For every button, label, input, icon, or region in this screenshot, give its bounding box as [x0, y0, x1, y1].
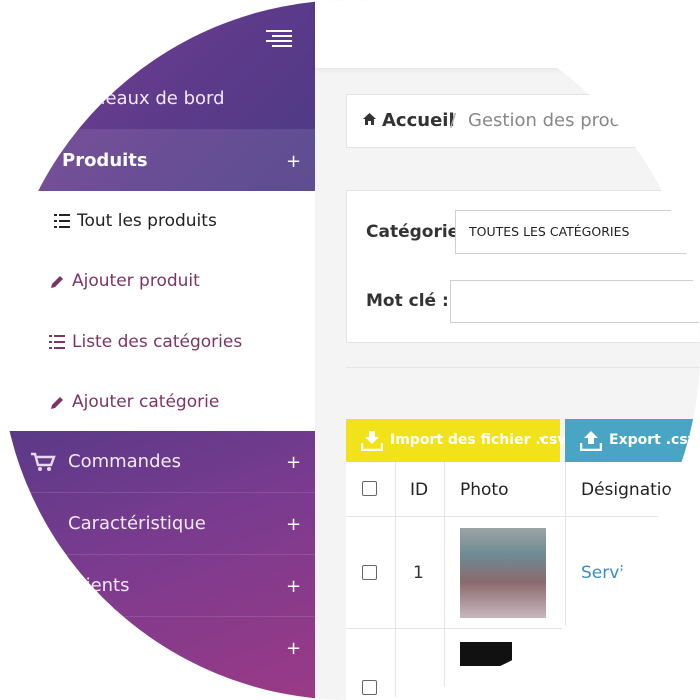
row-designation-link[interactable]: Serviettes — [581, 563, 667, 583]
select-all-checkbox[interactable] — [362, 481, 377, 496]
cart-icon — [31, 452, 56, 471]
expand-plus-icon[interactable]: + — [286, 514, 301, 535]
sidebar-item-label: Tableaux de bord — [70, 88, 225, 109]
sidebar-item-commandes[interactable]: Commandes + — [0, 431, 315, 493]
submenu-item-category-list[interactable]: Liste des catégories — [0, 312, 315, 372]
keyword-label: Mot clé : — [366, 291, 449, 311]
sidebar: Tableaux de bord Produits + Tout les pro… — [0, 0, 315, 700]
product-photo[interactable] — [460, 528, 546, 618]
sidebar-item-label: Clients — [68, 575, 130, 596]
divider — [346, 367, 700, 368]
submenu-item-add-product[interactable]: Ajouter produit — [0, 251, 315, 311]
table-divider — [565, 462, 566, 700]
download-icon — [361, 431, 383, 451]
menu-toggle-icon[interactable] — [266, 30, 292, 48]
breadcrumb-home-link[interactable]: Accueil — [382, 110, 455, 131]
sidebar-item-label: Commandes — [68, 451, 181, 472]
table-divider — [346, 516, 700, 517]
submenu-item-label: Liste des catégories — [72, 332, 243, 352]
submenu-item-label: Ajouter produit — [72, 271, 200, 291]
app-window: Tableaux de bord Produits + Tout les pro… — [0, 0, 700, 700]
expand-plus-icon[interactable]: + — [286, 452, 301, 473]
export-csv-button[interactable]: Export .csv — [565, 419, 700, 462]
sidebar-item-clients[interactable]: Clients + — [0, 554, 315, 617]
pencil-icon — [51, 397, 63, 409]
column-header-photo[interactable]: Photo — [460, 480, 509, 500]
top-bar — [315, 0, 700, 68]
row-checkbox[interactable] — [362, 565, 377, 580]
sidebar-item-dashboard[interactable]: Tableaux de bord — [0, 68, 315, 130]
expand-plus-icon[interactable]: + — [286, 638, 301, 659]
pencil-icon — [51, 276, 63, 288]
sidebar-item-more[interactable]: + — [0, 616, 315, 679]
export-button-label: Export .csv — [609, 432, 697, 448]
submenu-item-label: Tout les produits — [77, 211, 217, 231]
column-header-designation[interactable]: Désignation — [581, 480, 683, 500]
upload-icon — [580, 431, 602, 451]
table-divider — [444, 462, 445, 700]
submenu-item-label: Ajouter catégorie — [72, 392, 220, 412]
list-icon — [49, 335, 65, 349]
home-icon[interactable] — [363, 113, 376, 125]
category-select[interactable]: TOUTES LES CATÉGORIES — [455, 210, 700, 254]
expand-plus-icon[interactable]: + — [286, 151, 301, 172]
category-select-value: TOUTES LES CATÉGORIES — [469, 224, 630, 239]
sidebar-item-produits[interactable]: Produits + — [0, 129, 315, 191]
import-csv-button[interactable]: Import des fichier .csv ▾ — [346, 419, 566, 462]
submenu-item-all-products[interactable]: Tout les produits — [0, 191, 315, 251]
row-checkbox[interactable] — [362, 680, 377, 695]
sidebar-item-caracteristique[interactable]: Caractéristique + — [0, 492, 315, 555]
sidebar-item-label: Caractéristique — [68, 513, 206, 534]
table-divider — [395, 462, 396, 700]
column-header-id[interactable]: ID — [410, 480, 428, 500]
breadcrumb-separator: / — [450, 110, 457, 131]
list-icon — [54, 214, 70, 228]
breadcrumb-current: Gestion des produits — [468, 110, 654, 131]
table-divider — [346, 628, 700, 629]
sidebar-item-label: Produits — [62, 150, 148, 171]
submenu-item-add-category[interactable]: Ajouter catégorie — [0, 372, 315, 432]
product-photo[interactable] — [460, 642, 512, 666]
keyword-input[interactable] — [450, 280, 700, 323]
expand-plus-icon[interactable]: + — [286, 576, 301, 597]
chevron-down-icon: ▾ — [539, 434, 545, 445]
row-id: 1 — [413, 563, 424, 583]
